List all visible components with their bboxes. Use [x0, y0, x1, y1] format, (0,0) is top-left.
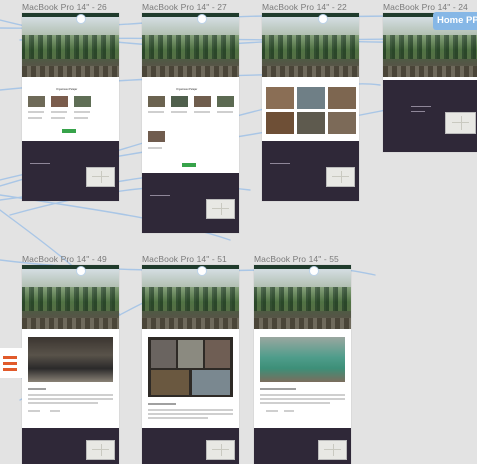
connector-node[interactable]	[76, 266, 86, 276]
gallery-photo	[297, 87, 325, 109]
group-photo	[260, 337, 345, 382]
map-embed	[206, 440, 235, 460]
org-photo	[217, 96, 234, 107]
hero-image	[22, 17, 119, 77]
map-embed	[86, 440, 115, 460]
gallery-photo	[266, 87, 294, 109]
footer	[142, 173, 239, 233]
frame-label[interactable]: MacBook Pro 14" - 26	[22, 2, 107, 12]
org-photo	[51, 96, 68, 107]
artboard-frame-55[interactable]	[254, 265, 351, 464]
frame-label[interactable]: MacBook Pro 14" - 22	[262, 2, 347, 12]
map-embed	[445, 112, 476, 134]
footer	[383, 80, 477, 152]
connector-node[interactable]	[318, 14, 328, 24]
hero-image	[254, 269, 351, 329]
footer	[22, 141, 119, 201]
map-embed	[326, 167, 355, 187]
artboard-frame-22[interactable]	[262, 13, 359, 201]
hero-image	[262, 17, 359, 77]
gallery-photo	[328, 112, 356, 134]
footer	[254, 428, 351, 464]
hero-image	[22, 269, 119, 329]
connector-node[interactable]	[197, 14, 207, 24]
section-heading: Organisasi Pelajar	[176, 88, 198, 91]
frame-label[interactable]: MacBook Pro 14" - 27	[142, 2, 227, 12]
org-photo	[171, 96, 188, 107]
hero-image	[142, 269, 239, 329]
hero-image	[142, 17, 239, 77]
gallery-photo	[328, 87, 356, 109]
more-button[interactable]	[62, 129, 76, 133]
group-photo	[28, 337, 113, 382]
artboard-frame-27[interactable]: Organisasi Pelajar	[142, 13, 239, 233]
connector-node[interactable]	[76, 14, 86, 24]
section-heading: Organisasi Pelajar	[56, 88, 78, 91]
footer	[142, 428, 239, 464]
offscreen-frame-edge	[0, 348, 22, 378]
more-button[interactable]	[182, 163, 196, 167]
artboard-frame-26[interactable]: Organisasi Pelajar	[22, 13, 119, 201]
connector-node[interactable]	[197, 266, 207, 276]
org-photo	[28, 96, 45, 107]
org-photo	[148, 131, 165, 142]
connector-node[interactable]	[309, 266, 319, 276]
frame-label[interactable]: MacBook Pro 14" - 55	[254, 254, 339, 264]
footer	[262, 141, 359, 201]
map-embed	[318, 440, 347, 460]
org-photo	[194, 96, 211, 107]
artboard-frame-49[interactable]	[22, 265, 119, 464]
artboard-frame-24[interactable]	[383, 13, 477, 152]
artboard-frame-51[interactable]	[142, 265, 239, 464]
gallery-photo	[297, 112, 325, 134]
flow-starting-point-badge[interactable]: Home PPD	[433, 12, 477, 30]
frame-label[interactable]: MacBook Pro 14" - 51	[142, 254, 227, 264]
gallery-photo	[266, 112, 294, 134]
org-photo	[148, 96, 165, 107]
frame-label[interactable]: MacBook Pro 14" - 49	[22, 254, 107, 264]
map-embed	[86, 167, 115, 187]
frame-label[interactable]: MacBook Pro 14" - 24	[383, 2, 468, 12]
footer	[22, 428, 119, 464]
org-photo	[74, 96, 91, 107]
map-embed	[206, 199, 235, 219]
